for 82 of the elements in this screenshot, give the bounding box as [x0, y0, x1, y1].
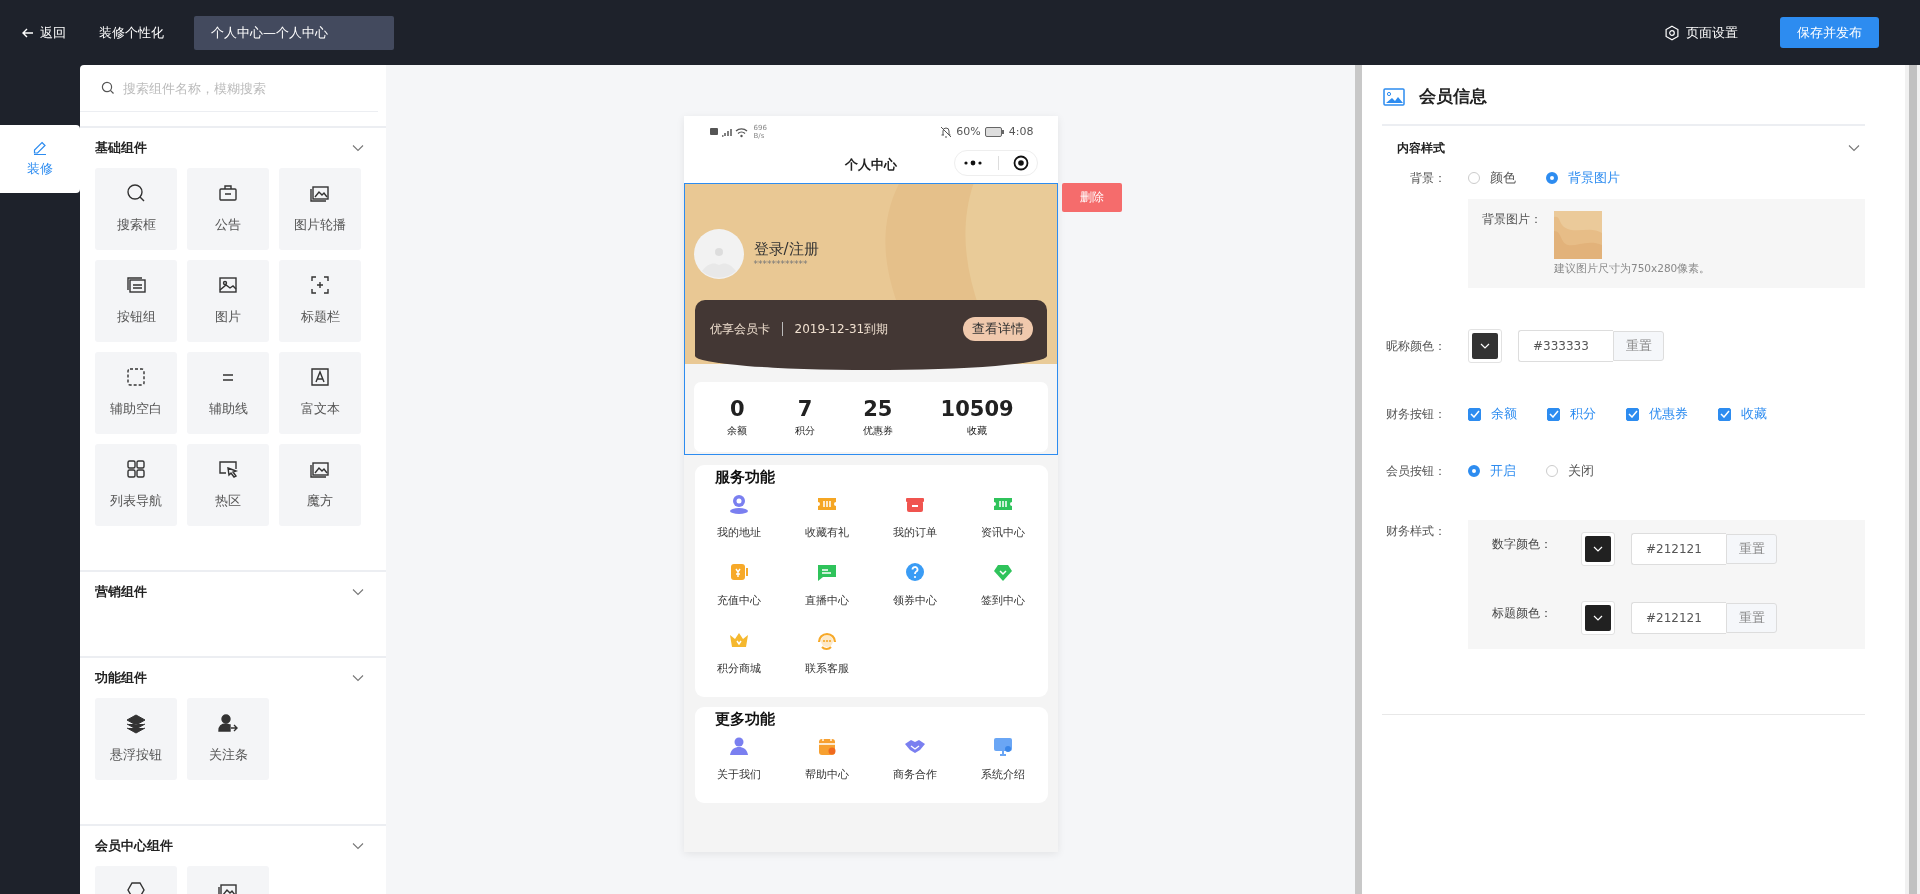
- page-section-title: 装修个性化: [99, 23, 164, 42]
- group-header[interactable]: 营销组件: [80, 572, 386, 612]
- card-name: 优享会员卡: [709, 320, 770, 338]
- feature-item[interactable]: 商务合作: [870, 729, 959, 793]
- field-label: 数字颜色：: [1491, 536, 1553, 553]
- mini-app-title: 个人中心: [844, 156, 897, 174]
- reset-button[interactable]: 重置: [1726, 534, 1777, 564]
- reset-button[interactable]: 重置: [1613, 331, 1664, 361]
- stat-value: 25: [863, 396, 893, 421]
- feature-item[interactable]: 领券中心: [870, 555, 959, 619]
- feature-item[interactable]: 充值中心: [694, 555, 783, 619]
- feature-item[interactable]: 签到中心: [958, 555, 1047, 619]
- feature-item[interactable]: 直播中心: [782, 555, 871, 619]
- component-tile[interactable]: 热区: [187, 444, 269, 526]
- component-tile[interactable]: 富文本: [279, 352, 361, 434]
- radio-option[interactable]: 开启: [1468, 462, 1516, 480]
- feature-item[interactable]: 我的订单: [870, 487, 959, 551]
- page-title-field[interactable]: 个人中心—个人中心: [194, 15, 394, 50]
- battery-percent: 60%: [956, 125, 981, 138]
- panel-title: 会员信息: [1419, 85, 1487, 108]
- search-field[interactable]: 搜索组件名称，模糊搜索: [123, 73, 363, 103]
- field-label: 财务按钮：: [1385, 406, 1447, 423]
- feature-item[interactable]: 收藏有礼: [782, 487, 871, 551]
- component-tile[interactable]: 魔方: [279, 444, 361, 526]
- radio-option[interactable]: 关闭: [1546, 462, 1594, 480]
- stat-value: 7: [797, 396, 813, 421]
- feature-item[interactable]: 积分商城: [694, 623, 783, 687]
- feature-item[interactable]: 联系客服: [782, 623, 871, 687]
- group-header[interactable]: 功能组件: [80, 658, 386, 698]
- radio-option[interactable]: 颜色: [1468, 169, 1516, 187]
- section-header[interactable]: 内容样式: [1382, 126, 1865, 170]
- group-header[interactable]: 基础组件: [80, 128, 386, 168]
- checkbox-option[interactable]: 余额: [1468, 405, 1517, 423]
- decorate-tab[interactable]: 装修: [0, 125, 80, 193]
- component-tile[interactable]: 搜索框: [95, 168, 177, 250]
- field-label: 财务样式：: [1385, 523, 1447, 540]
- component-tile[interactable]: 列表导航: [95, 444, 177, 526]
- color-input[interactable]: #333333: [1518, 330, 1613, 362]
- card-title: 服务功能: [713, 467, 776, 487]
- image-size-hint: 建议图片尺寸为750x280像素。: [1554, 262, 1711, 276]
- component-tile[interactable]: 辅助空白: [95, 352, 177, 434]
- feature-item[interactable]: 我的地址: [694, 487, 783, 551]
- feature-item[interactable]: 资讯中心: [958, 487, 1047, 551]
- component-tile[interactable]: 辅助线: [187, 352, 269, 434]
- checkbox-option[interactable]: 收藏: [1718, 405, 1767, 423]
- back-link[interactable]: 返回: [22, 23, 66, 42]
- stat-value: 0: [730, 396, 745, 421]
- page-settings-link[interactable]: 页面设置: [1664, 23, 1738, 42]
- view-details-button[interactable]: 查看详情: [962, 317, 1033, 341]
- feature-item[interactable]: 系统介绍: [958, 729, 1047, 793]
- field-label: 会员按钮：: [1385, 463, 1447, 480]
- user-subtitle: ************: [753, 258, 809, 269]
- component-tile[interactable]: 公告: [187, 168, 269, 250]
- component-tile[interactable]: 标题栏: [279, 260, 361, 342]
- component-tile[interactable]: 图片: [187, 260, 269, 342]
- group-header[interactable]: 会员中心组件: [80, 826, 386, 866]
- clock-time: 4:08: [1008, 125, 1034, 138]
- card-title: 更多功能: [713, 709, 776, 729]
- component-tile[interactable]: 图片轮播: [279, 168, 361, 250]
- field-label: 昵称颜色：: [1385, 338, 1447, 355]
- component-tile[interactable]: 悬浮按钮: [95, 698, 177, 780]
- checkbox-option[interactable]: 优惠券: [1626, 405, 1688, 423]
- feature-item[interactable]: 帮助中心: [782, 729, 871, 793]
- feature-item[interactable]: 关于我们: [694, 729, 783, 793]
- field-label: 背景：: [1409, 170, 1447, 187]
- stat-label: 收藏: [967, 423, 988, 438]
- color-input[interactable]: #212121: [1631, 602, 1726, 634]
- stat-label: 优惠券: [862, 423, 893, 438]
- user-name[interactable]: 登录/注册: [753, 239, 819, 259]
- component-tile[interactable]: 关注条: [187, 698, 269, 780]
- member-info-block[interactable]: 登录/注册 ************ 优享会员卡 2019-12-31到期 查看详情 0 余额 7 积分 25 优惠券 10509 收藏: [683, 183, 1058, 455]
- stat-value: 10509: [940, 396, 1014, 421]
- component-tile[interactable]: 按钮组: [95, 260, 177, 342]
- card-expiry: 2019-12-31到期: [794, 320, 889, 338]
- reset-button[interactable]: 重置: [1726, 603, 1777, 633]
- stat-label: 余额: [727, 423, 748, 438]
- field-label: 背景图片：: [1482, 211, 1542, 228]
- checkbox-option[interactable]: 积分: [1547, 405, 1596, 423]
- radio-option[interactable]: 背景图片: [1546, 169, 1620, 187]
- stat-label: 积分: [795, 423, 816, 438]
- color-input[interactable]: #212121: [1631, 533, 1726, 565]
- field-label: 标题颜色：: [1491, 605, 1553, 622]
